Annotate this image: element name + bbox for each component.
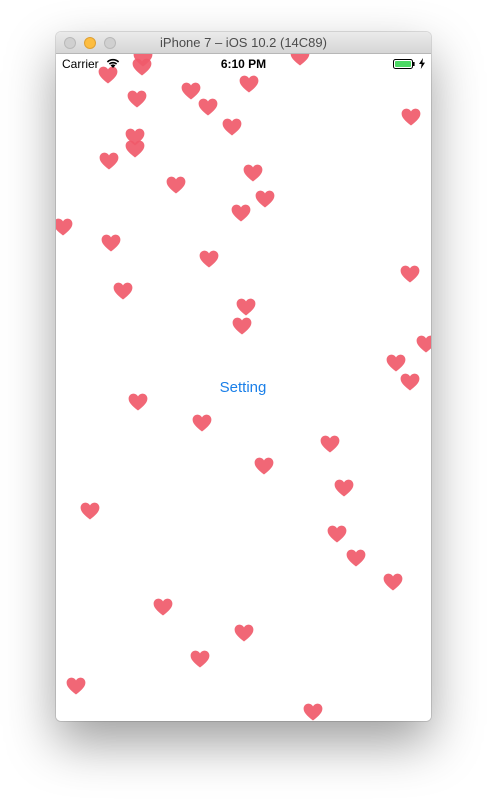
heart-icon bbox=[334, 479, 354, 497]
window-title: iPhone 7 – iOS 10.2 (14C89) bbox=[160, 35, 327, 50]
status-bar: Carrier 6:10 PM bbox=[56, 54, 431, 74]
heart-icon bbox=[113, 282, 133, 300]
heart-icon bbox=[127, 90, 147, 108]
heart-icon bbox=[101, 234, 121, 252]
heart-icon bbox=[254, 457, 274, 475]
heart-icon bbox=[128, 393, 148, 411]
heart-icon bbox=[255, 190, 275, 208]
heart-icon bbox=[125, 128, 145, 146]
heart-icon bbox=[199, 250, 219, 268]
heart-icon bbox=[66, 677, 86, 695]
heart-icon bbox=[401, 108, 421, 126]
heart-icon bbox=[320, 435, 340, 453]
heart-icon bbox=[80, 502, 100, 520]
heart-icon bbox=[383, 573, 403, 591]
device-screen: Carrier 6:10 PM Setting bbox=[56, 54, 431, 721]
heart-icon bbox=[125, 140, 145, 158]
heart-icon bbox=[231, 204, 251, 222]
heart-icon bbox=[234, 624, 254, 642]
simulator-window: iPhone 7 – iOS 10.2 (14C89) Carrier 6:10… bbox=[56, 32, 431, 721]
heart-icon bbox=[239, 75, 259, 93]
battery-icon bbox=[393, 59, 415, 69]
heart-icon bbox=[386, 354, 406, 372]
heart-icon bbox=[222, 118, 242, 136]
heart-icon bbox=[400, 373, 420, 391]
heart-icon bbox=[99, 152, 119, 170]
heart-icon bbox=[181, 82, 201, 100]
heart-icon bbox=[198, 98, 218, 116]
heart-icon bbox=[416, 335, 431, 353]
heart-icon bbox=[303, 703, 323, 721]
setting-button[interactable]: Setting bbox=[193, 377, 293, 399]
heart-icon bbox=[56, 218, 73, 236]
heart-icon bbox=[166, 176, 186, 194]
heart-icon bbox=[190, 650, 210, 668]
heart-icon bbox=[192, 414, 212, 432]
heart-icon bbox=[346, 549, 366, 567]
window-titlebar[interactable]: iPhone 7 – iOS 10.2 (14C89) bbox=[56, 32, 431, 54]
bolt-icon bbox=[419, 58, 425, 69]
heart-icon bbox=[400, 265, 420, 283]
heart-icon bbox=[153, 598, 173, 616]
heart-icon bbox=[232, 317, 252, 335]
status-time: 6:10 PM bbox=[220, 57, 267, 71]
heart-icon bbox=[236, 298, 256, 316]
heart-icon bbox=[327, 525, 347, 543]
heart-icon bbox=[243, 164, 263, 182]
